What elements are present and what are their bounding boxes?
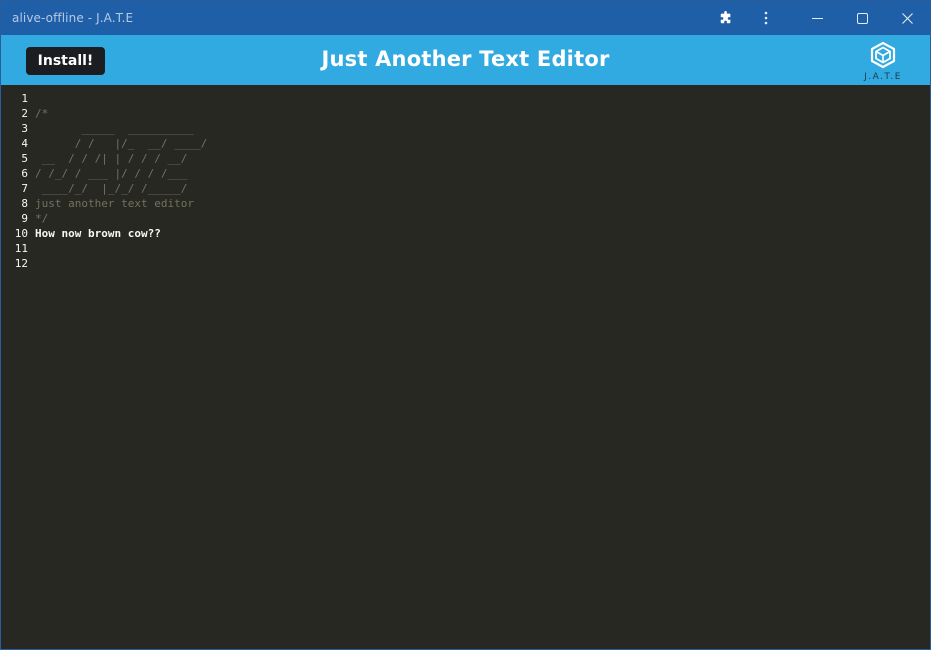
app-title: Just Another Text Editor [321, 47, 610, 71]
line-number: 5 [21, 152, 28, 165]
jate-logo: J.A.T.E [859, 39, 907, 85]
code-line[interactable]: */ [35, 211, 915, 226]
maximize-icon[interactable] [839, 1, 885, 35]
line-number: 4 [21, 137, 28, 150]
line-number: 12 [14, 257, 28, 270]
more-vertical-icon[interactable] [743, 1, 789, 35]
line-number-gutter: 1 2 3 4 5 6 7 8 9 10 11 12 [1, 91, 29, 271]
title-bar[interactable]: alive-offline - J.A.T.E [1, 1, 930, 35]
logo-text: J.A.T.E [864, 72, 902, 82]
code-editor[interactable]: 1 2 3 4 5 6 7 8 9 10 11 12 /* _____ ____… [1, 85, 930, 649]
code-line[interactable]: / /_/ / ___ |/ / / /___ [35, 166, 915, 181]
code-line[interactable]: _____ __________ [35, 121, 915, 136]
code-line[interactable]: /* [35, 106, 915, 121]
code-line[interactable] [35, 241, 915, 256]
line-number: 3 [21, 122, 28, 135]
code-line[interactable]: / / |/_ __/ ____/ [35, 136, 915, 151]
line-number: 8 [21, 197, 28, 210]
minimize-icon[interactable] [794, 1, 840, 35]
close-icon[interactable] [884, 1, 930, 35]
cube-logo-icon [870, 41, 896, 69]
line-number: 11 [14, 242, 28, 255]
window-title: alive-offline - J.A.T.E [12, 11, 134, 25]
code-line[interactable]: just another text editor [35, 196, 915, 211]
code-line[interactable] [35, 256, 915, 271]
line-number: 1 [21, 92, 28, 105]
code-line[interactable] [35, 91, 915, 106]
app-header: Install! Just Another Text Editor J.A.T.… [1, 35, 930, 85]
line-number: 9 [21, 212, 28, 225]
line-number: 7 [21, 182, 28, 195]
code-line[interactable]: __ / / /| | / / / __/ [35, 151, 915, 166]
code-line[interactable]: ____/_/ |_/_/ /_____/ [35, 181, 915, 196]
editor-content[interactable]: /* _____ __________ / / |/_ __/ ____/ __… [35, 91, 915, 271]
code-line[interactable]: How now brown cow?? [35, 226, 915, 241]
line-number: 6 [21, 167, 28, 180]
line-number: 2 [21, 107, 28, 120]
line-number: 10 [14, 227, 28, 240]
app-window: alive-offline - J.A.T.E Install! Just An… [0, 0, 931, 650]
